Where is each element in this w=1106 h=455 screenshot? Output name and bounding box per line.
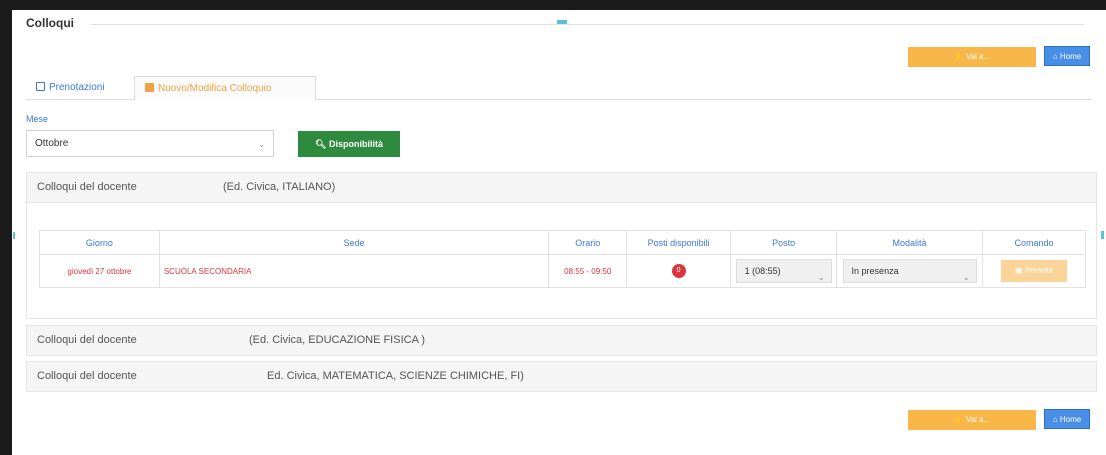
table-header-row: Giorno Sede Orario Posti disponibili Pos… — [39, 230, 1086, 255]
tab-bar: Prenotazioni Nuovo/Modifica Colloquio — [26, 76, 1092, 100]
tab-nuovo-modifica-colloquio[interactable]: Nuovo/Modifica Colloquio — [134, 76, 316, 100]
cell-modalita: In presenza ⌄ — [836, 254, 984, 288]
teacher-panel-1-header[interactable]: Colloqui del docente (Ed. Civica, ITALIA… — [26, 172, 1097, 203]
mese-value: Ottobre — [35, 138, 69, 149]
modalita-value: In presenza — [851, 266, 899, 276]
bolt-icon: ⚡ — [953, 415, 964, 424]
calendar-icon — [36, 82, 45, 91]
chevron-down-icon: ⌄ — [817, 273, 825, 282]
posti-badge: 0 — [671, 264, 686, 278]
table-row: giovedì 27 ottobre SCUOLA SECONDARIA 08:… — [39, 254, 1086, 288]
panel-3-detail: Ed. Civica, MATEMATICA, SCIENZE CHIMICHE… — [267, 370, 524, 382]
chevron-down-icon: ⌄ — [962, 273, 970, 282]
teacher-panel-1-body: Giorno Sede Orario Posti disponibili Pos… — [26, 203, 1097, 319]
home-button-top[interactable]: ⌂ Home — [1044, 46, 1090, 66]
disponibilita-label: Disponibilità — [328, 139, 383, 149]
save-icon: ▣ — [1015, 266, 1023, 275]
panel-2-detail: (Ed. Civica, EDUCAZIONE FISICA ) — [249, 334, 426, 346]
slots-table: Giorno Sede Orario Posti disponibili Pos… — [39, 230, 1086, 288]
home-icon: ⌂ — [1052, 415, 1058, 424]
vai-a-button-bottom[interactable]: ⚡ Vai a... — [908, 410, 1036, 430]
edge-marker-right — [1101, 231, 1104, 239]
cell-posto: 1 (08:55) ⌄ — [730, 254, 838, 288]
search-icon: 🔍︎ — [315, 139, 327, 149]
page-title: Colloqui — [26, 16, 74, 30]
home-label: Home — [1059, 415, 1082, 424]
edge-marker-left — [13, 232, 15, 239]
vai-a-label: Vai a... — [965, 415, 991, 424]
col-orario: Orario — [548, 230, 628, 255]
panel-2-label: Colloqui del docente — [37, 334, 137, 346]
tab-prenotazioni[interactable]: Prenotazioni — [26, 76, 132, 100]
home-label: Home — [1059, 52, 1082, 61]
posto-value: 1 (08:55) — [744, 266, 781, 276]
vai-a-label: Vai a... — [965, 52, 991, 61]
posto-select[interactable]: 1 (08:55) ⌄ — [735, 259, 832, 283]
cell-sede: SCUOLA SECONDARIA — [158, 254, 550, 288]
mese-select[interactable]: Ottobre ⌄ — [26, 130, 274, 157]
vai-a-button-top[interactable]: ⚡ Vai a... — [908, 47, 1036, 67]
col-giorno: Giorno — [39, 230, 160, 255]
tab-prenotazioni-label: Prenotazioni — [49, 82, 105, 93]
prenota-button[interactable]: ▣ Prenota — [1001, 260, 1068, 282]
col-sede: Sede — [158, 230, 550, 255]
col-posti: Posti disponibili — [626, 230, 732, 255]
cell-comando: ▣ Prenota — [982, 254, 1086, 288]
cell-orario: 08:55 - 09:50 — [548, 254, 628, 288]
modalita-select[interactable]: In presenza ⌄ — [842, 259, 977, 283]
panel-3-label: Colloqui del docente — [37, 370, 137, 382]
top-bar — [0, 0, 1106, 10]
calendar-edit-icon — [145, 83, 154, 92]
panel-1-detail: (Ed. Civica, ITALIANO) — [223, 181, 336, 193]
col-modalita: Modalità — [836, 230, 984, 255]
cell-posti: 0 — [626, 254, 732, 288]
bolt-icon: ⚡ — [953, 52, 964, 61]
home-icon: ⌂ — [1052, 52, 1058, 61]
prenota-label: Prenota — [1024, 266, 1053, 275]
tab-nuovo-label: Nuovo/Modifica Colloquio — [158, 83, 272, 94]
header-divider — [90, 24, 1084, 25]
cell-giorno: giovedì 27 ottobre — [39, 254, 160, 288]
teacher-panel-2-header[interactable]: Colloqui del docente (Ed. Civica, EDUCAZ… — [26, 325, 1097, 356]
disponibilita-button[interactable]: 🔍︎ Disponibilità — [298, 131, 400, 157]
col-comando: Comando — [982, 230, 1086, 255]
panel-1-label: Colloqui del docente — [37, 181, 137, 193]
chevron-down-icon: ⌄ — [258, 140, 265, 149]
page-header: Colloqui — [10, 16, 1094, 36]
col-posto: Posto — [730, 230, 838, 255]
home-button-bottom[interactable]: ⌂ Home — [1044, 409, 1090, 429]
mese-label: Mese — [26, 114, 49, 124]
left-edge — [0, 10, 12, 455]
teacher-panel-3-header[interactable]: Colloqui del docente Ed. Civica, MATEMAT… — [26, 361, 1097, 392]
